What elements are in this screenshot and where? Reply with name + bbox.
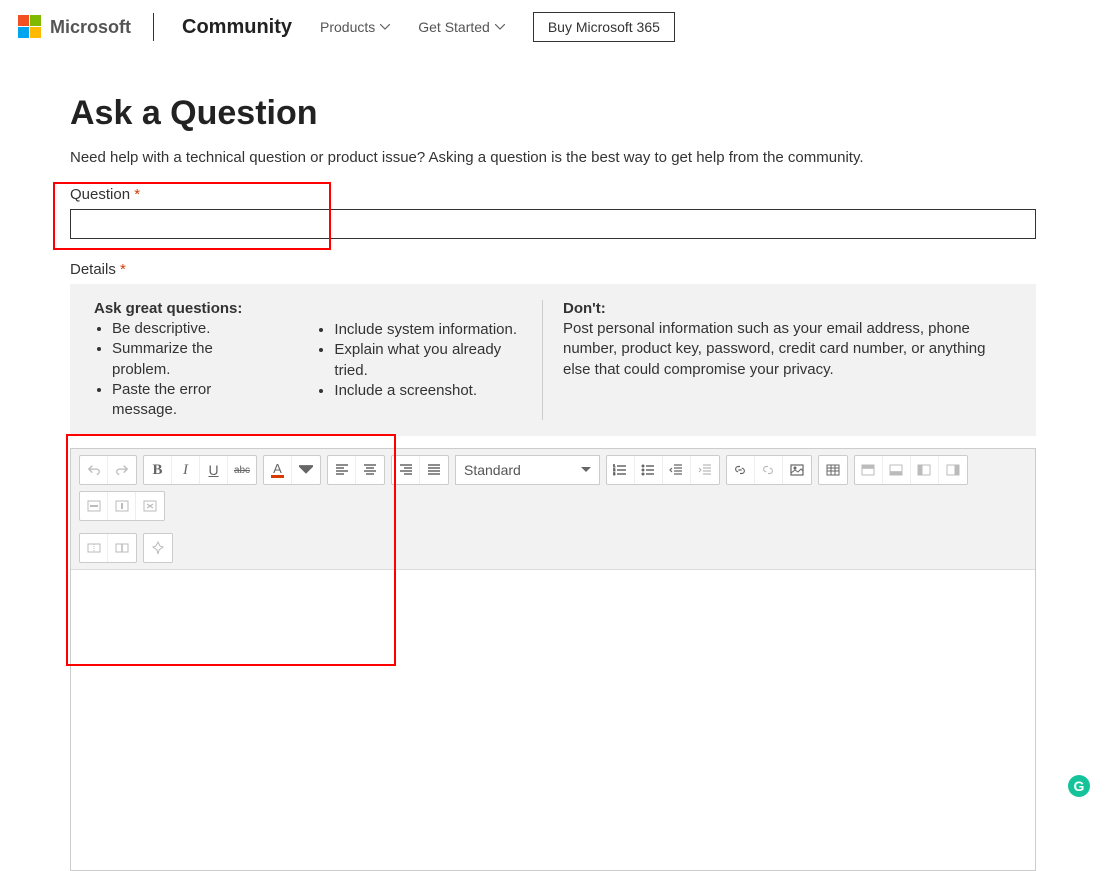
bold-icon: B xyxy=(152,462,162,479)
italic-icon: I xyxy=(183,462,188,479)
align-center-button[interactable] xyxy=(356,456,384,484)
underline-icon: U xyxy=(208,462,218,478)
strike-icon: abc xyxy=(234,465,250,476)
caret-down-icon xyxy=(581,465,591,475)
table-row-icon xyxy=(889,463,903,477)
unordered-list-icon xyxy=(641,463,655,477)
table-delete-row-icon xyxy=(87,499,101,513)
page-title: Ask a Question xyxy=(70,94,1036,133)
grammarly-badge[interactable]: G xyxy=(1068,775,1090,797)
nav-get-started[interactable]: Get Started xyxy=(418,19,505,35)
insert-row-after-button[interactable] xyxy=(883,456,911,484)
table-delete-icon xyxy=(143,499,157,513)
buy-microsoft-365-button[interactable]: Buy Microsoft 365 xyxy=(533,12,675,42)
table-col-icon xyxy=(917,463,931,477)
chevron-down-icon xyxy=(495,24,505,30)
nav-products[interactable]: Products xyxy=(320,19,390,35)
indent-button[interactable] xyxy=(691,456,719,484)
undo-button[interactable] xyxy=(80,456,108,484)
text-color-dropdown[interactable] xyxy=(292,456,320,484)
link-icon xyxy=(733,463,747,477)
strike-button[interactable]: abc xyxy=(228,456,256,484)
question-label: Question * xyxy=(70,186,1036,203)
editor-toolbar: B I U abc A Standard xyxy=(71,449,1035,570)
indent-icon xyxy=(698,463,712,477)
image-icon xyxy=(790,463,804,477)
align-left-button[interactable] xyxy=(328,456,356,484)
split-cell-button[interactable] xyxy=(108,534,136,562)
hint-item: Summarize the problem. xyxy=(112,339,266,380)
pin-button[interactable] xyxy=(144,534,172,562)
insert-row-before-button[interactable] xyxy=(855,456,883,484)
unlink-button[interactable] xyxy=(755,456,783,484)
link-button[interactable] xyxy=(727,456,755,484)
editor-body[interactable] xyxy=(71,570,1035,870)
nav-get-started-label: Get Started xyxy=(418,19,490,35)
align-center-icon xyxy=(363,463,377,477)
site-name[interactable]: Community xyxy=(182,16,292,39)
bold-button[interactable]: B xyxy=(144,456,172,484)
delete-table-button[interactable] xyxy=(136,492,164,520)
table-button[interactable] xyxy=(819,456,847,484)
align-justify-button[interactable] xyxy=(420,456,448,484)
page-subtitle: Need help with a technical question or p… xyxy=(70,149,1036,166)
align-justify-icon xyxy=(427,463,441,477)
details-label: Details * xyxy=(70,261,1036,278)
delete-row-button[interactable] xyxy=(80,492,108,520)
align-left-icon xyxy=(335,463,349,477)
format-select[interactable]: Standard xyxy=(455,455,600,485)
outdent-icon xyxy=(669,463,683,477)
hint-item: Paste the error message. xyxy=(112,380,266,421)
hint-item: Be descriptive. xyxy=(112,319,266,339)
ordered-list-icon: 123 xyxy=(613,463,627,477)
nav-products-label: Products xyxy=(320,19,375,35)
merge-cells-icon xyxy=(87,541,101,555)
ordered-list-button[interactable]: 123 xyxy=(607,456,635,484)
pin-icon xyxy=(151,541,165,555)
hint-item: Explain what you already tried. xyxy=(334,340,522,381)
chevron-down-icon xyxy=(380,24,390,30)
site-header: Microsoft Community Products Get Started… xyxy=(0,0,1106,54)
svg-text:3: 3 xyxy=(613,471,616,476)
brand-text[interactable]: Microsoft xyxy=(50,17,131,38)
rich-text-editor: B I U abc A Standard xyxy=(70,448,1036,871)
split-cell-icon xyxy=(115,541,129,555)
divider xyxy=(153,13,154,41)
hints-panel: Ask great questions: Be descriptive. Sum… xyxy=(70,284,1036,436)
insert-col-before-button[interactable] xyxy=(911,456,939,484)
unlink-icon xyxy=(761,463,775,477)
text-color-button[interactable]: A xyxy=(264,456,292,484)
hints-right-title: Don't: xyxy=(563,300,1012,317)
unordered-list-button[interactable] xyxy=(635,456,663,484)
table-row-icon xyxy=(861,463,875,477)
insert-col-after-button[interactable] xyxy=(939,456,967,484)
hints-right-text: Post personal information such as your e… xyxy=(563,319,1012,380)
question-input[interactable] xyxy=(70,209,1036,239)
undo-icon xyxy=(87,463,101,477)
caret-down-icon xyxy=(299,463,313,477)
table-col-icon xyxy=(946,463,960,477)
microsoft-logo-icon xyxy=(18,15,42,39)
hint-item: Include a screenshot. xyxy=(334,381,522,401)
table-icon xyxy=(826,463,840,477)
table-delete-col-icon xyxy=(115,499,129,513)
align-right-button[interactable] xyxy=(392,456,420,484)
hints-left-title: Ask great questions: xyxy=(94,300,266,317)
image-button[interactable] xyxy=(783,456,811,484)
underline-button[interactable]: U xyxy=(200,456,228,484)
main-content: Ask a Question Need help with a technica… xyxy=(0,54,1106,871)
align-right-icon xyxy=(399,463,413,477)
text-color-icon: A xyxy=(271,462,284,478)
hint-item: Include system information. xyxy=(334,320,522,340)
format-select-value: Standard xyxy=(464,462,521,478)
redo-icon xyxy=(115,463,129,477)
merge-cells-button[interactable] xyxy=(80,534,108,562)
delete-col-button[interactable] xyxy=(108,492,136,520)
outdent-button[interactable] xyxy=(663,456,691,484)
italic-button[interactable]: I xyxy=(172,456,200,484)
redo-button[interactable] xyxy=(108,456,136,484)
